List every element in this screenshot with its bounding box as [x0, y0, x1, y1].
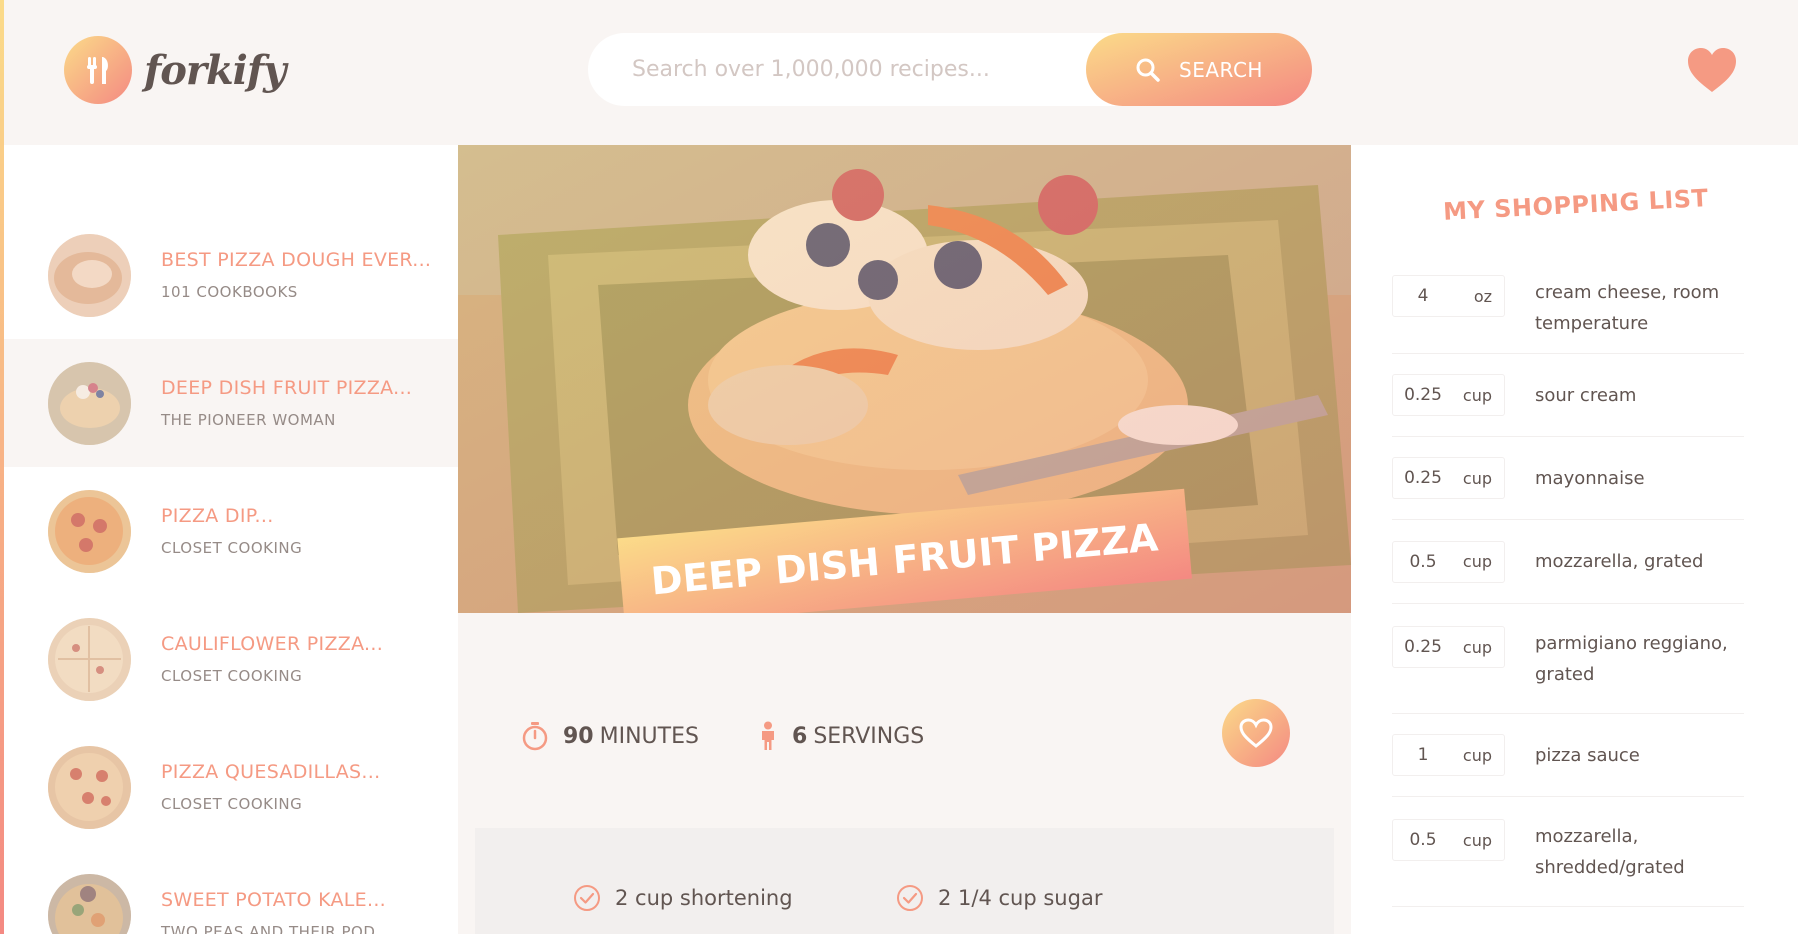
- result-title: DEEP DISH FRUIT PIZZA...: [161, 377, 413, 399]
- shopping-item: 1 cup pizza sauce: [1392, 714, 1744, 797]
- search-input[interactable]: [632, 57, 1072, 82]
- shopping-description: mayonnaise: [1535, 467, 1645, 489]
- shopping-unit: cup: [1462, 637, 1492, 657]
- result-thumbnail: [48, 617, 131, 701]
- recipe-details: 90 MINUTES 6 SERVINGS: [475, 613, 1334, 828]
- shopping-unit: cup: [1462, 385, 1492, 405]
- shopping-unit: cup: [1462, 830, 1492, 850]
- shopping-count-input[interactable]: 0.5 cup: [1392, 819, 1505, 861]
- shopping-unit: oz: [1473, 286, 1492, 306]
- shopping-count: 0.25: [1404, 385, 1442, 405]
- heart-outline-icon: [1239, 718, 1273, 748]
- check-circle-icon: [574, 885, 600, 911]
- shopping-item: 0.5 cup mozzarella, shredded/grated: [1392, 797, 1744, 907]
- shopping-count-input[interactable]: 0.25 cup: [1392, 374, 1505, 416]
- ingredient-list: 2 cup shortening 2 1/4 cup sugar: [475, 828, 1334, 934]
- shopping-list-title: MY SHOPPING LIST: [1442, 184, 1710, 226]
- shopping-item: 0.25 cup parmigiano reggiano, grated: [1392, 604, 1744, 714]
- shopping-description: mozzarella, grated: [1535, 551, 1704, 572]
- result-item[interactable]: PIZZA DIP... CLOSET COOKING: [4, 467, 458, 595]
- result-publisher: CLOSET COOKING: [161, 795, 303, 813]
- shopping-count: 0.5: [1409, 551, 1437, 572]
- search-form: SEARCH: [588, 33, 1312, 106]
- shopping-description: pizza sauce: [1535, 744, 1640, 766]
- result-item[interactable]: SWEET POTATO KALE... TWO PEAS AND THEIR …: [4, 851, 458, 934]
- result-publisher: CLOSET COOKING: [161, 667, 303, 685]
- shopping-count: 0.25: [1404, 637, 1442, 657]
- result-title: SWEET POTATO KALE...: [161, 889, 387, 911]
- result-thumbnail: [48, 233, 131, 317]
- stopwatch-icon: [522, 722, 548, 751]
- person-icon: [762, 721, 774, 750]
- duration-label: MINUTES: [599, 723, 699, 749]
- shopping-item: 0.5 cup mozzarella, grated: [1392, 520, 1744, 604]
- bookmark-button[interactable]: [1222, 699, 1290, 767]
- result-title: PIZZA QUESADILLAS...: [161, 761, 381, 783]
- search-button-label: SEARCH: [1179, 57, 1263, 82]
- likes-menu-button[interactable]: [1686, 46, 1738, 94]
- result-title: BEST PIZZA DOUGH EVER...: [161, 249, 432, 271]
- recipe-panel: DEEP DISH FRUIT PIZZA 90 MINUTES 6 SERVI…: [458, 145, 1351, 934]
- ingredient-item: 2 1/4 cup sugar: [896, 884, 1102, 912]
- recipe-servings: 6 SERVINGS: [758, 721, 924, 751]
- shopping-item: 4 oz cream cheese, room temperature: [1392, 263, 1744, 354]
- result-title: CAULIFLOWER PIZZA...: [161, 633, 384, 655]
- result-item[interactable]: PIZZA QUESADILLAS... CLOSET COOKING: [4, 723, 458, 851]
- shopping-list: MY SHOPPING LIST 4 oz cream cheese, room…: [1351, 145, 1798, 934]
- results-list: BEST PIZZA DOUGH EVER... 101 COOKBOOKS D…: [4, 145, 458, 934]
- shopping-count-input[interactable]: 1 cup: [1392, 734, 1505, 776]
- result-publisher: THE PIONEER WOMAN: [161, 411, 336, 429]
- shopping-count-input[interactable]: 0.5 cup: [1392, 540, 1505, 583]
- result-item[interactable]: DEEP DISH FRUIT PIZZA... THE PIONEER WOM…: [4, 339, 458, 467]
- recipe-duration: 90 MINUTES: [521, 721, 699, 751]
- shopping-count: 0.5: [1409, 830, 1437, 850]
- shopping-count-input[interactable]: 4 oz: [1392, 275, 1505, 317]
- result-item[interactable]: BEST PIZZA DOUGH EVER... 101 COOKBOOKS: [4, 211, 458, 339]
- shopping-count-input[interactable]: 0.25 cup: [1392, 457, 1505, 499]
- result-title: PIZZA DIP...: [161, 505, 274, 527]
- shopping-description: cream cheese, room temperature: [1535, 282, 1720, 334]
- ingredient-text: 2 cup shortening: [615, 886, 793, 910]
- shopping-item: 0.25 cup mayonnaise: [1392, 437, 1744, 520]
- shopping-count: 1: [1417, 745, 1429, 765]
- result-thumbnail: [48, 873, 131, 934]
- duration-value: 90: [563, 723, 594, 749]
- servings-value: 6: [792, 723, 808, 749]
- logo[interactable]: forkify: [64, 36, 286, 104]
- result-publisher: TWO PEAS AND THEIR POD: [161, 923, 376, 934]
- result-thumbnail: [48, 361, 131, 445]
- shopping-unit: cup: [1462, 552, 1492, 571]
- shopping-unit: cup: [1462, 745, 1492, 765]
- shopping-count-input[interactable]: 0.25 cup: [1392, 626, 1505, 668]
- fork-knife-icon: [64, 36, 132, 104]
- result-thumbnail: [48, 745, 131, 829]
- ingredient-text: 2 1/4 cup sugar: [938, 886, 1103, 910]
- servings-label: SERVINGS: [813, 723, 925, 749]
- brand-name: forkify: [144, 46, 286, 94]
- result-publisher: 101 COOKBOOKS: [161, 283, 298, 301]
- search-button[interactable]: SEARCH: [1086, 33, 1312, 106]
- ingredient-item: 2 cup shortening: [573, 884, 793, 912]
- shopping-unit: cup: [1462, 468, 1492, 488]
- result-thumbnail: [48, 489, 131, 573]
- heart-icon: [1688, 48, 1736, 92]
- search-icon: [1136, 58, 1160, 82]
- shopping-description: parmigiano reggiano, grated: [1535, 633, 1728, 685]
- shopping-description: mozzarella, shredded/grated: [1535, 826, 1685, 878]
- result-publisher: CLOSET COOKING: [161, 539, 303, 557]
- shopping-count: 4: [1417, 286, 1429, 306]
- header: forkify SEARCH: [4, 0, 1798, 145]
- shopping-count: 0.25: [1404, 468, 1442, 488]
- shopping-description: sour cream: [1535, 384, 1637, 406]
- shopping-item: 0.25 cup sour cream: [1392, 354, 1744, 437]
- result-item[interactable]: CAULIFLOWER PIZZA... CLOSET COOKING: [4, 595, 458, 723]
- check-circle-icon: [897, 885, 923, 911]
